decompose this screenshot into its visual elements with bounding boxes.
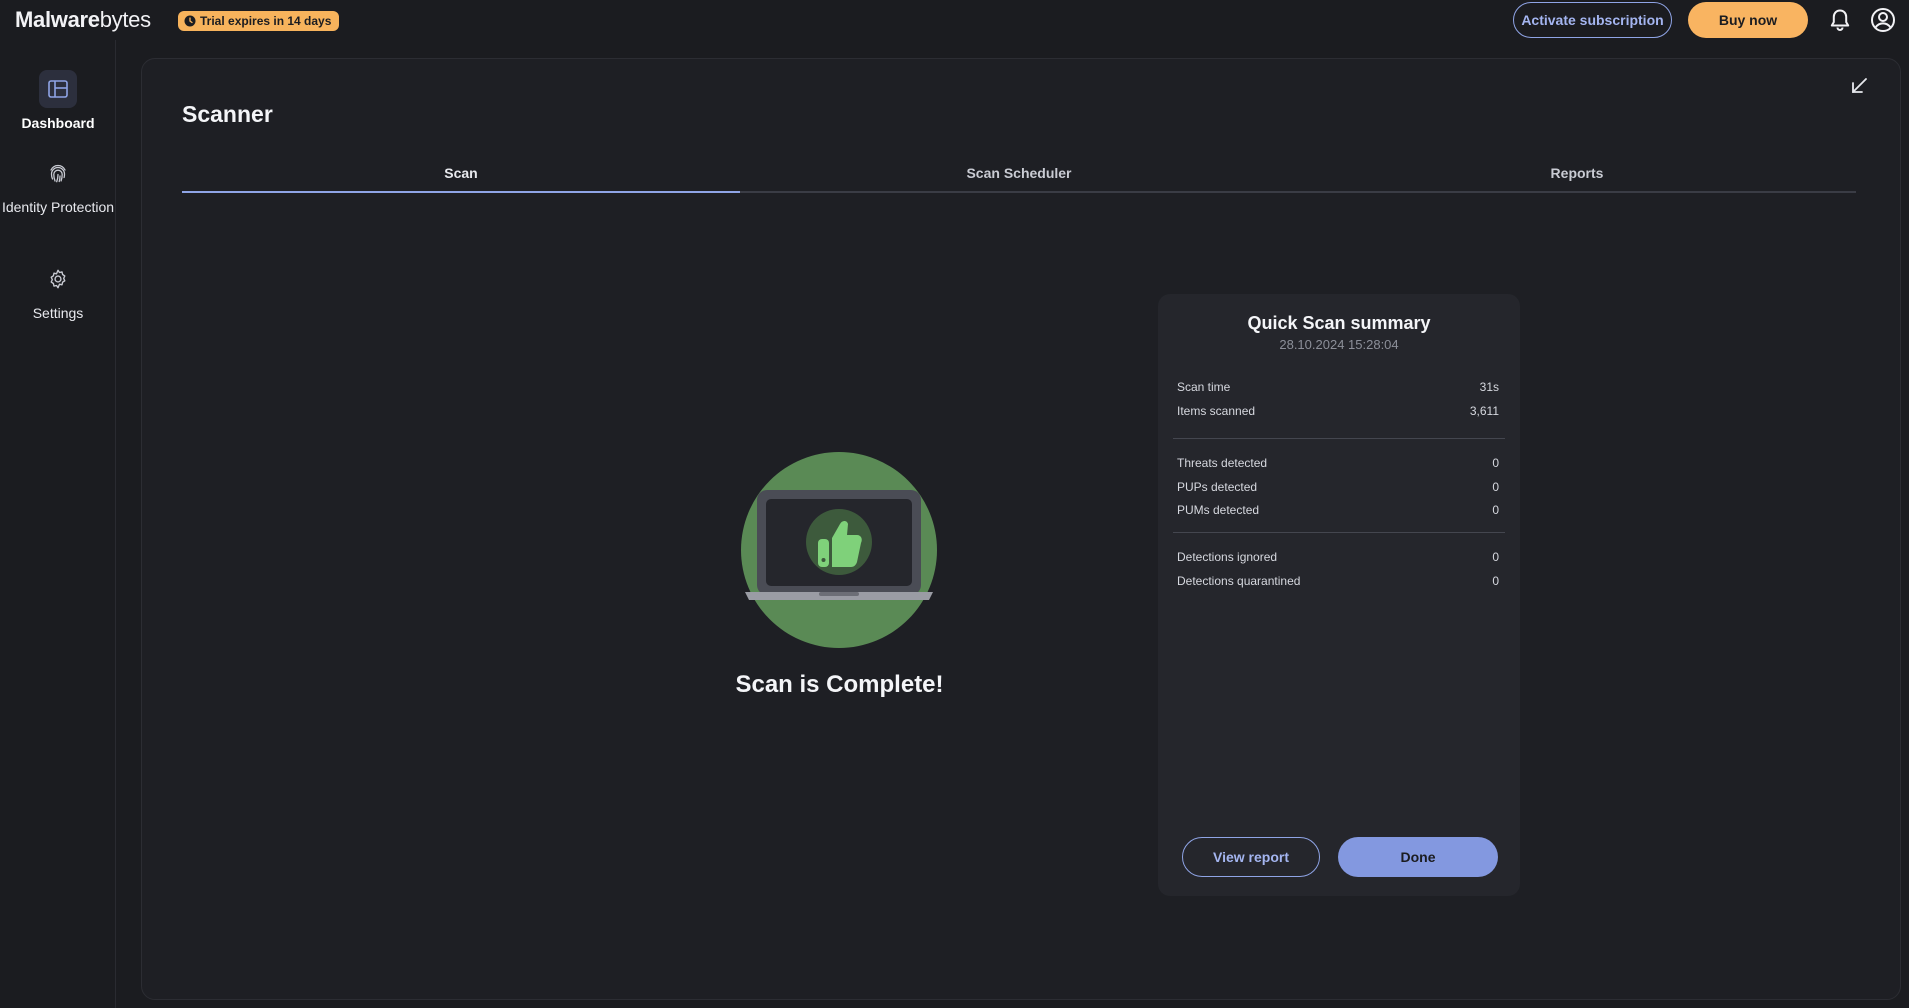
scanner-tabs: Scan Scan Scheduler Reports [182, 151, 1856, 193]
sidebar: Dashboard Identity Protection Settings [0, 40, 116, 1008]
summary-title: Quick Scan summary [1247, 313, 1431, 333]
stat-row-pups-detected: PUPs detected 0 [1177, 480, 1499, 498]
logo-alware: alware [33, 7, 100, 32]
stat-value: 0 [1492, 574, 1499, 588]
stat-value: 0 [1492, 480, 1499, 494]
scan-complete-illustration [739, 450, 939, 650]
activate-subscription-button[interactable]: Activate subscription [1513, 2, 1672, 38]
stat-row-detections-quarantined: Detections quarantined 0 [1177, 574, 1499, 592]
sidebar-item-label: Settings [32, 305, 84, 321]
scan-complete-status: Scan is Complete! [735, 671, 944, 698]
logo-m: M [15, 7, 34, 32]
stat-row-threats-detected: Threats detected 0 [1177, 456, 1499, 474]
quick-scan-summary-card: Quick Scan summary 28.10.2024 15:28:04 S… [1158, 294, 1520, 896]
stat-value: 3,611 [1469, 404, 1499, 418]
stat-row-pums-detected: PUMs detected 0 [1177, 503, 1499, 521]
sidebar-item-label: Identity Protection [1, 199, 115, 215]
account-icon[interactable] [1870, 7, 1896, 33]
fingerprint-icon [39, 154, 77, 192]
sidebar-item-label: Dashboard [21, 115, 95, 131]
bell-icon[interactable] [1827, 7, 1853, 33]
tab-scan[interactable]: Scan [182, 151, 740, 193]
stat-label: Scan time [1177, 380, 1231, 394]
stat-label: Items scanned [1177, 404, 1256, 418]
tab-scan-scheduler[interactable]: Scan Scheduler [740, 151, 1298, 191]
summary-date: 28.10.2024 15:28:04 [1279, 337, 1399, 352]
page-title: Scanner [182, 101, 273, 127]
stat-value: 0 [1492, 456, 1499, 470]
scanner-panel: Scanner Scan Scan Scheduler Reports Scan… [141, 58, 1901, 1000]
tab-reports[interactable]: Reports [1298, 151, 1856, 191]
trial-badge-text: Trial expires in 14 days [200, 14, 332, 28]
top-bar: Malware bytes Trial expires in 14 days Ac… [0, 0, 1909, 40]
dashboard-icon [39, 70, 77, 108]
clock-icon [184, 15, 196, 27]
gear-icon [39, 260, 77, 298]
divider [1173, 532, 1505, 533]
stat-value: 0 [1492, 503, 1499, 517]
logo-bytes: bytes [99, 7, 151, 32]
buy-now-button[interactable]: Buy now [1688, 2, 1808, 38]
sidebar-item-dashboard[interactable]: Dashboard [0, 70, 116, 133]
collapse-icon[interactable] [1848, 75, 1870, 97]
view-report-button[interactable]: View report [1182, 837, 1320, 877]
stat-label: Threats detected [1177, 456, 1268, 470]
stat-label: Detections quarantined [1177, 574, 1301, 588]
divider [1173, 438, 1505, 439]
stat-label: PUMs detected [1177, 503, 1260, 517]
stat-row-scan-time: Scan time 31s [1177, 380, 1499, 398]
trial-badge[interactable]: Trial expires in 14 days [178, 11, 340, 31]
stat-value: 31s [1479, 380, 1499, 394]
stat-row-detections-ignored: Detections ignored 0 [1177, 550, 1499, 568]
sidebar-item-identity-protection[interactable]: Identity Protection [0, 154, 116, 217]
malwarebytes-logo: Malware bytes [15, 7, 151, 33]
done-button[interactable]: Done [1338, 837, 1498, 877]
stat-value: 0 [1492, 550, 1499, 564]
stat-label: Detections ignored [1177, 550, 1278, 564]
stat-row-items-scanned: Items scanned 3,611 [1177, 404, 1499, 422]
sidebar-item-settings[interactable]: Settings [0, 260, 116, 323]
stat-label: PUPs detected [1177, 480, 1258, 494]
